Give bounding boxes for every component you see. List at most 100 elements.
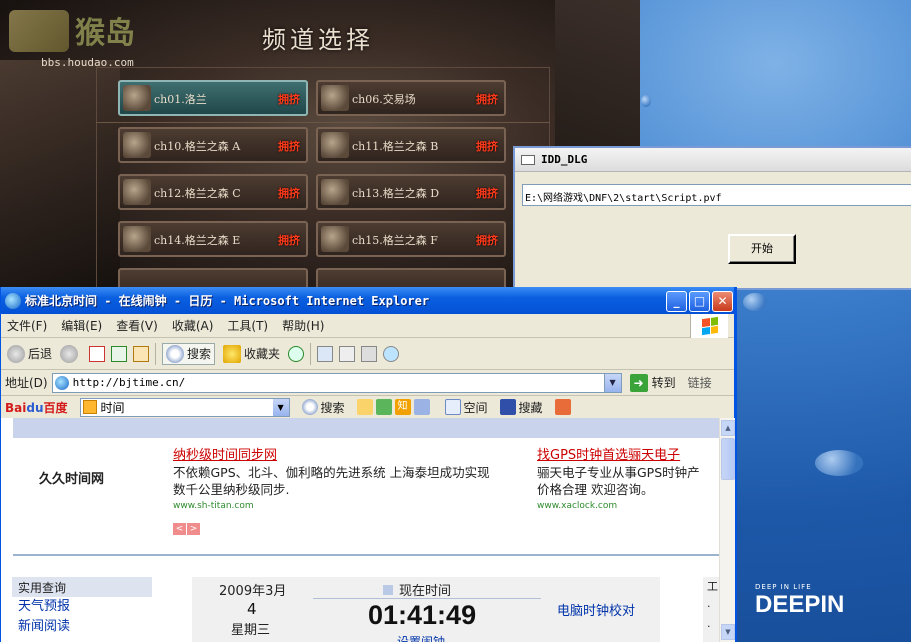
menu-help[interactable]: 帮助(H)	[282, 317, 324, 334]
water-drop-decoration	[815, 450, 863, 476]
baidu-tool-icons[interactable]: 知	[356, 399, 433, 415]
address-input[interactable]: http://bjtime.cn/ ▼	[51, 372, 622, 393]
menu-file[interactable]: 文件(F)	[7, 317, 47, 334]
baidu-search-input[interactable]: 时间 ▼	[79, 397, 290, 417]
menu-edit[interactable]: 编辑(E)	[61, 317, 102, 334]
window-icon	[521, 154, 535, 165]
search-button[interactable]: 搜索	[162, 342, 216, 365]
set-alarm-link[interactable]: 设置闹钟	[397, 633, 445, 642]
ad-pager: < >	[173, 523, 200, 535]
ad-block[interactable]: 纳秒级时间同步网 不依赖GPS、北斗、伽利略的先进系统 上海泰坦成功实现 数千公…	[173, 447, 533, 515]
ie-browser-window: 标准北京时间 - 在线闹钟 - 日历 - Microsoft Internet …	[0, 287, 737, 642]
links-button[interactable]: 链接	[688, 374, 712, 391]
ad-text: 不依赖GPS、北斗、伽利略的先进系统 上海泰坦成功实现	[173, 465, 490, 480]
channel-button[interactable]: ch01.洛兰 拥挤	[118, 80, 308, 116]
mail-icon[interactable]	[317, 345, 334, 362]
back-label: 后退	[28, 347, 53, 361]
bookmark-icon	[499, 399, 516, 415]
channel-icon	[321, 85, 349, 111]
menu-tools[interactable]: 工具(T)	[227, 317, 268, 334]
news-link[interactable]: 新闻阅读	[12, 617, 152, 637]
channel-label: ch12.格兰之森 C	[154, 187, 241, 200]
ad-prev-button[interactable]: <	[173, 523, 186, 535]
baidu-icon	[356, 399, 373, 415]
ad-next-button[interactable]: >	[187, 523, 200, 535]
baidu-logo-red: Bai	[5, 400, 27, 415]
channel-label: ch10.格兰之森 A	[154, 140, 241, 153]
baidu-collect-label: 搜藏	[518, 400, 543, 415]
weather-link[interactable]: 天气预报	[12, 597, 152, 617]
baidu-clear-button[interactable]	[554, 399, 574, 415]
refresh-icon[interactable]	[111, 345, 128, 362]
forward-button[interactable]	[60, 344, 81, 363]
close-button[interactable]: ✕	[712, 291, 733, 312]
ad-title[interactable]: 纳秒级时间同步网	[173, 447, 533, 464]
scroll-up-icon[interactable]: ▲	[721, 420, 735, 436]
divider	[313, 598, 541, 599]
channel-icon	[321, 179, 349, 205]
ad-text: 数千公里纳秒级同步.	[173, 482, 290, 497]
channel-button[interactable]: ch06.交易场 拥挤	[316, 80, 506, 116]
channel-button[interactable]: ch13.格兰之森 D 拥挤	[316, 174, 506, 210]
edit-icon[interactable]	[361, 345, 378, 362]
baidu-search-button[interactable]: 搜索	[301, 399, 345, 416]
menu-favorites[interactable]: 收藏(A)	[172, 317, 214, 334]
maximize-button[interactable]: □	[689, 291, 710, 312]
back-button[interactable]: 后退	[7, 344, 53, 363]
address-bar: 地址(D) http://bjtime.cn/ ▼ ➜ 转到 链接	[1, 370, 734, 396]
media-icon[interactable]	[288, 345, 305, 362]
search-icon	[301, 399, 318, 415]
windows-flag-icon	[690, 314, 728, 338]
dialog-titlebar[interactable]: IDD_DLG	[515, 148, 911, 172]
baidu-collect-button[interactable]: 搜藏	[499, 399, 543, 416]
stop-icon[interactable]	[89, 345, 106, 362]
go-button[interactable]: ➜ 转到	[629, 373, 676, 392]
ad-text: 价格合理 欢迎咨询。	[537, 482, 654, 497]
toolbar-separator	[310, 342, 312, 365]
menu-view[interactable]: 查看(V)	[116, 317, 158, 334]
site-name: 久久时间网	[39, 472, 105, 487]
baidu-toolbar: Baidu百度 时间 ▼ 搜索 知 空间 搜藏	[1, 396, 734, 419]
grid-icon	[413, 399, 430, 415]
baidu-logo[interactable]: Baidu百度	[5, 399, 68, 416]
channel-icon	[321, 226, 349, 252]
channel-button[interactable]: ch10.格兰之森 A 拥挤	[118, 127, 308, 163]
channel-button[interactable]: ch11.格兰之森 B 拥挤	[316, 127, 506, 163]
scroll-thumb[interactable]	[721, 438, 735, 480]
chevron-down-icon[interactable]: ▼	[272, 398, 289, 416]
baidu-space-button[interactable]: 空间	[444, 399, 488, 416]
start-button[interactable]: 开始	[728, 234, 796, 264]
channel-label: ch13.格兰之森 D	[352, 187, 440, 200]
search-label: 搜索	[187, 347, 212, 361]
channel-button[interactable]: ch12.格兰之森 C 拥挤	[118, 174, 308, 210]
channel-button[interactable]: ch14.格兰之森 E 拥挤	[118, 221, 308, 257]
print-icon[interactable]	[339, 345, 356, 362]
baidu-search-label: 搜索	[320, 400, 345, 415]
right-column: 工 · ·	[703, 577, 719, 642]
channel-label: ch14.格兰之森 E	[154, 234, 241, 247]
channel-button[interactable]: ch15.格兰之森 F 拥挤	[316, 221, 506, 257]
ad-url[interactable]: www.sh-titan.com	[173, 498, 533, 515]
messenger-icon[interactable]	[383, 345, 400, 362]
script-path-field[interactable]: E:\网络游戏\DNF\2\start\Script.pvf	[522, 184, 911, 206]
pc-clock-sync-link[interactable]: 电脑时钟校对	[557, 600, 635, 619]
ad-text: 骊天电子专业从事GPS时钟产	[537, 465, 700, 480]
baidu-logo-blue: du	[26, 400, 44, 415]
baidu-query: 时间	[100, 400, 125, 415]
utility-heading: 实用查询	[12, 577, 152, 597]
ad-block[interactable]: 找GPS时钟首选骊天电子 骊天电子专业从事GPS时钟产 价格合理 欢迎咨询。 w…	[537, 447, 719, 515]
scroll-down-icon[interactable]: ▼	[721, 624, 735, 640]
chevron-down-icon[interactable]: ▼	[603, 373, 621, 392]
divider	[13, 554, 719, 556]
go-arrow-icon: ➜	[629, 373, 648, 392]
channel-label: ch15.格兰之森 F	[352, 234, 438, 247]
favorites-button[interactable]: 收藏夹	[223, 344, 280, 363]
home-icon[interactable]	[133, 345, 150, 362]
ad-title[interactable]: 找GPS时钟首选骊天电子	[537, 447, 719, 464]
address-url: http://bjtime.cn/	[72, 376, 186, 389]
ie-titlebar[interactable]: 标准北京时间 - 在线闹钟 - 日历 - Microsoft Internet …	[1, 287, 734, 314]
minimize-button[interactable]: _	[666, 291, 687, 312]
toolbar-separator	[155, 342, 157, 365]
vertical-scrollbar[interactable]: ▲ ▼	[719, 418, 735, 642]
ad-url[interactable]: www.xaclock.com	[537, 498, 719, 515]
